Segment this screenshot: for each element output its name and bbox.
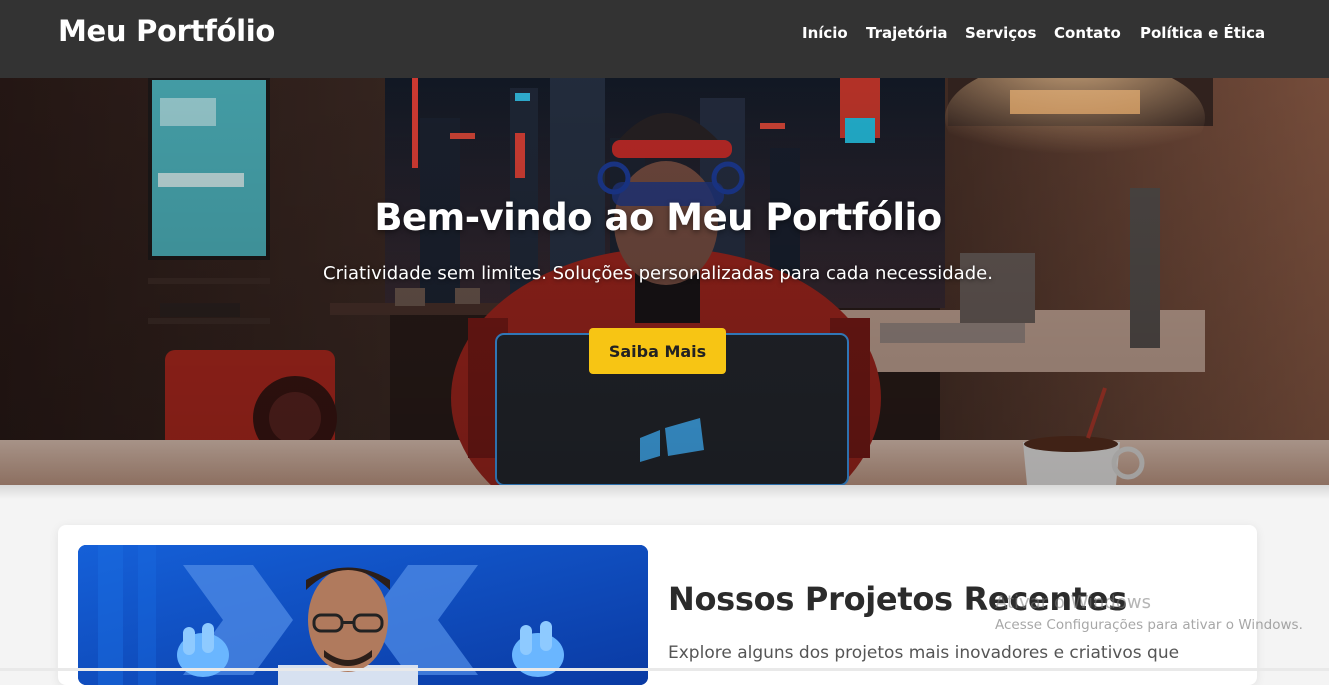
hero-bottom-shadow (0, 485, 1329, 499)
hero-subtitle: Criatividade sem limites. Soluções perso… (323, 263, 993, 284)
nav-link-servicos[interactable]: Serviços (965, 24, 1036, 42)
nav-link-inicio[interactable]: Início (802, 24, 848, 42)
projects-description: Explore alguns dos projetos mais inovado… (668, 643, 1180, 663)
site-header: Meu Portfólio Início Trajetória Serviços… (0, 0, 1329, 78)
saiba-mais-button[interactable]: Saiba Mais (589, 328, 726, 374)
main-nav: Início Trajetória Serviços Contato Polít… (0, 24, 1329, 46)
projects-image (78, 545, 648, 685)
nav-link-politica-etica[interactable]: Política e Ética (1140, 24, 1265, 42)
nav-link-trajetoria[interactable]: Trajetória (866, 24, 948, 42)
developer-illustration (78, 545, 648, 685)
nav-link-contato[interactable]: Contato (1054, 24, 1121, 42)
windows-activation-title: Ativar o Windows (995, 592, 1151, 613)
hero-section: Bem-vindo ao Meu Portfólio Criatividade … (0, 78, 1329, 485)
hero-title: Bem-vindo ao Meu Portfólio (374, 196, 942, 239)
windows-activation-subtitle: Acesse Configurações para ativar o Windo… (995, 617, 1303, 633)
